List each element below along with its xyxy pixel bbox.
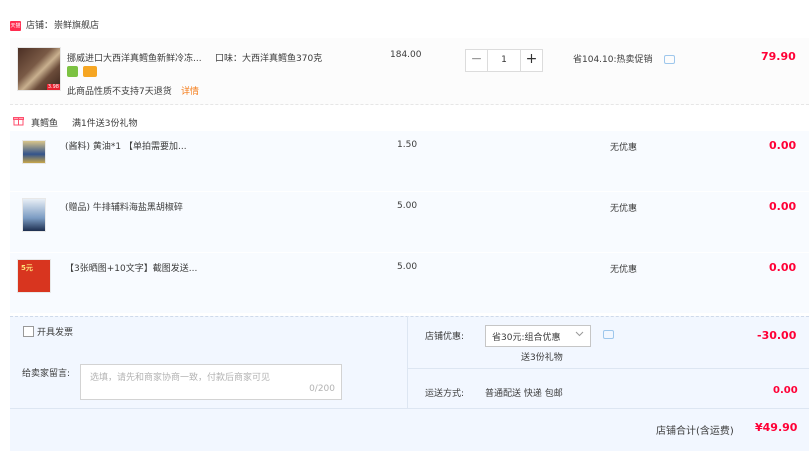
thumb-price-tag: 3.98 <box>46 84 60 90</box>
invoice-label[interactable]: 开具发票 <box>37 325 73 338</box>
gift-item-promo: 无优惠 <box>610 204 638 214</box>
main-item-unit-price: 184.00 <box>390 50 422 60</box>
main-item-spec: 口味：大西洋真鳕鱼370克 <box>215 54 323 64</box>
service-icon-card <box>83 66 97 77</box>
divider <box>10 408 809 409</box>
gift-item-thumbnail[interactable]: 5元 <box>17 259 51 293</box>
shipping-label: 运送方式: <box>425 389 465 399</box>
detail-link[interactable]: 详情 <box>181 84 199 97</box>
memo-char-count: 0/200 <box>309 384 335 394</box>
tmall-badge: 天猫 <box>10 21 21 31</box>
store-total-label: 店铺合计(含运费) <box>656 426 734 437</box>
store-discount-label: 店铺优惠: <box>425 332 465 342</box>
gift-item-promo: 无优惠 <box>610 143 638 153</box>
chevron-down-icon <box>575 329 584 341</box>
store-discount-note: 送3份礼物 <box>521 353 563 363</box>
service-icon-green <box>67 66 78 77</box>
shipping-amount: 0.00 <box>773 385 798 396</box>
no-return-notice: 此商品性质不支持7天退货 <box>67 87 172 97</box>
main-item-subtotal: 79.90 <box>761 50 796 63</box>
invoice-checkbox[interactable] <box>23 326 34 337</box>
gift-item-price: 5.00 <box>397 201 418 211</box>
quantity-increase-button[interactable]: + <box>520 50 542 71</box>
store-label: 店铺： <box>26 21 54 31</box>
quantity-input[interactable]: 1 <box>488 50 520 71</box>
memo-label: 给卖家留言: <box>22 369 71 379</box>
divider <box>407 368 809 369</box>
store-name-link[interactable]: 崇鲜旗舰店 <box>54 18 99 31</box>
store-discount-selected: 省30元:组合优惠 <box>492 333 561 343</box>
memo-textarea[interactable]: 选填，请先和商家协商一致，付款后商家可见 0/200 <box>80 364 342 400</box>
store-total-amount: ¥49.90 <box>755 421 798 434</box>
main-item-title-link[interactable]: 挪威进口大西洋真鳕鱼新鲜冷冻... <box>67 51 202 64</box>
gift-item-title-link[interactable]: 【3张晒图+10文字】截图发送... <box>65 261 197 274</box>
memo-placeholder: 选填，请先和商家协商一致，付款后商家可见 <box>90 373 271 383</box>
divider <box>407 316 408 408</box>
gift-item-thumbnail[interactable] <box>22 198 46 232</box>
gift-item-thumbnail[interactable] <box>22 140 46 164</box>
gift-icon <box>13 115 24 126</box>
store-discount-select[interactable]: 省30元:组合优惠 <box>485 325 591 347</box>
gift-item-title-link[interactable]: (赠品) 牛排辅料海盐黑胡椒碎 <box>65 200 183 213</box>
gift-group-tag: 真鳕鱼 <box>31 119 59 129</box>
gift-item-title-link[interactable]: (酱料) 黄油*1 【单拍需要加... <box>65 139 187 152</box>
quantity-decrease-button[interactable]: − <box>466 50 488 71</box>
main-item-thumbnail[interactable]: 3.98 <box>17 47 61 91</box>
gift-item-subtotal: 0.00 <box>769 139 797 152</box>
main-item-promo: 省104.10:热卖促销 <box>573 55 653 65</box>
quantity-stepper: − 1 + <box>465 49 543 72</box>
promo-chat-icon[interactable] <box>664 55 675 64</box>
discount-chat-icon[interactable] <box>603 330 614 339</box>
gift-item-promo: 无优惠 <box>610 265 638 275</box>
gift-item-subtotal: 0.00 <box>769 200 797 213</box>
gift-item-price: 1.50 <box>397 140 418 150</box>
gift-item-price: 5.00 <box>397 262 418 272</box>
store-discount-amount: -30.00 <box>757 329 797 342</box>
thumb-cash-tag: 5元 <box>21 264 33 272</box>
gift-item-subtotal: 0.00 <box>769 261 797 274</box>
gift-group-desc: 满1件送3份礼物 <box>72 119 138 129</box>
shipping-method: 普通配送 快递 包邮 <box>485 389 563 399</box>
